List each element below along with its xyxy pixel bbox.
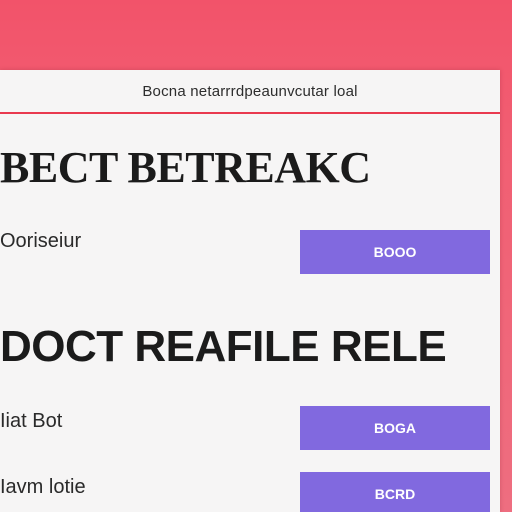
section-title-2: DOCT REAFILE RELE (0, 322, 447, 371)
row-label-1: Ooriseiur (0, 230, 82, 252)
row-1-button[interactable]: BOOO (300, 230, 490, 274)
row-2-button[interactable]: BOGA (300, 406, 490, 450)
row-label-2: Iiat Bot (0, 410, 63, 432)
settings-panel: Bocna netarrrdpeaunvcutar loal BECT BETR… (0, 70, 500, 512)
panel-header: Bocna netarrrdpeaunvcutar loal (0, 70, 500, 114)
row-3-button[interactable]: BCRD (300, 472, 490, 512)
panel-header-text: Bocna netarrrdpeaunvcutar loal (142, 82, 358, 100)
section-title-1: BECT BETREAKC (0, 143, 371, 192)
row-label-3: Iavm lotie (0, 476, 86, 498)
